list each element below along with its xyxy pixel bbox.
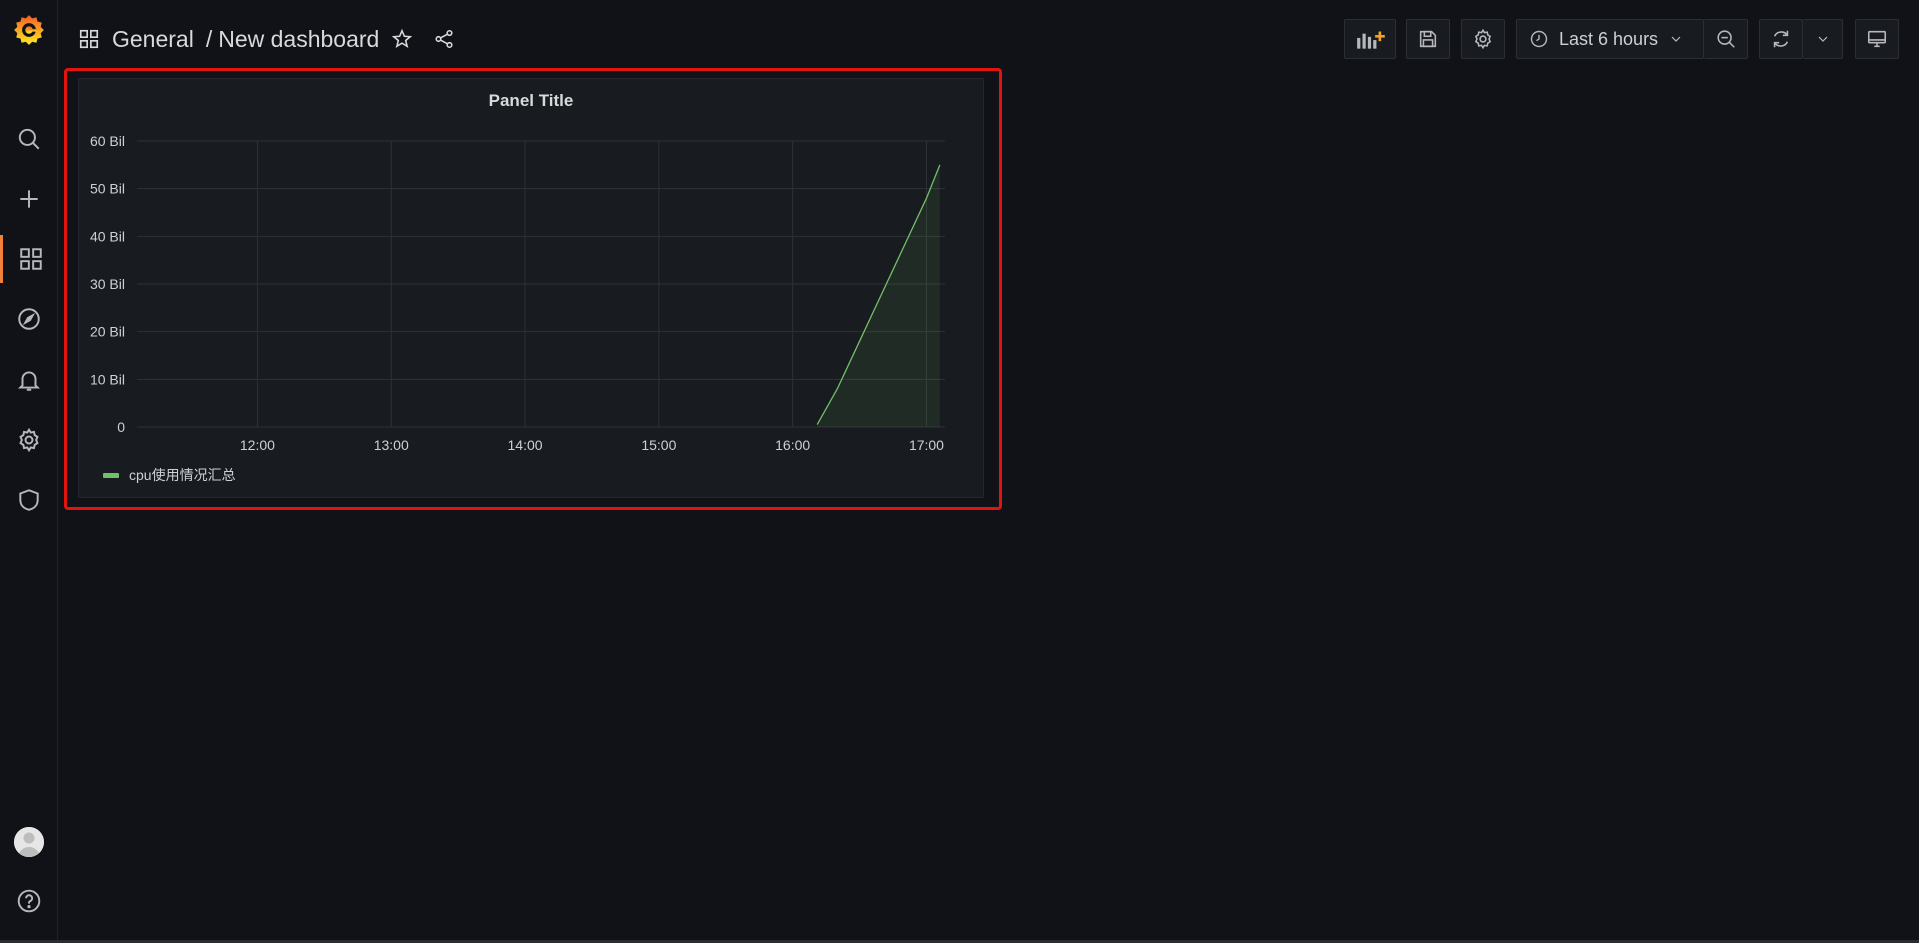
configuration-gear-icon[interactable] [0, 416, 58, 464]
refresh-button[interactable] [1759, 19, 1803, 59]
explore-compass-icon[interactable] [0, 295, 58, 343]
breadcrumb-separator: / [205, 25, 213, 52]
alerting-bell-icon[interactable] [0, 356, 58, 404]
star-icon[interactable] [391, 28, 413, 50]
x-tick-label: 13:00 [374, 437, 409, 453]
save-dashboard-button[interactable] [1406, 19, 1450, 59]
search-icon[interactable] [0, 115, 58, 163]
view-mode-button[interactable] [1855, 19, 1899, 59]
clock-icon [1529, 29, 1549, 49]
y-tick-label: 20 Bil [90, 324, 125, 340]
legend-label[interactable]: cpu使用情况汇总 [129, 465, 236, 485]
grafana-logo-icon[interactable] [0, 6, 58, 54]
dashboards-icon[interactable] [0, 235, 58, 283]
legend: cpu使用情况汇总 [103, 465, 236, 485]
add-panel-icon [1355, 27, 1385, 51]
y-tick-label: 10 Bil [90, 371, 125, 387]
breadcrumb: General / New dashboard [78, 24, 455, 54]
add-panel-button[interactable] [1344, 19, 1396, 59]
zoom-out-button[interactable] [1704, 19, 1748, 59]
sidebar [0, 0, 58, 943]
time-range-label: Last 6 hours [1559, 28, 1659, 49]
y-tick-label: 30 Bil [90, 276, 125, 292]
graph-panel[interactable]: Panel Title 0 10 Bil 20 Bil 30 Bil 40 Bil 50 … [78, 78, 984, 498]
refresh-icon [1770, 28, 1792, 50]
dashboard-settings-button[interactable] [1461, 19, 1505, 59]
legend-swatch [103, 472, 119, 478]
x-tick-label: 12:00 [240, 437, 275, 453]
y-tick-label: 40 Bil [90, 228, 125, 244]
monitor-icon [1866, 28, 1888, 50]
user-avatar[interactable] [14, 827, 44, 857]
x-tick-label: 14:00 [508, 437, 543, 453]
breadcrumb-folder[interactable]: General [112, 26, 194, 53]
series-area [817, 164, 940, 427]
chevron-down-icon [1668, 31, 1684, 47]
y-tick-label: 60 Bil [90, 133, 125, 149]
share-icon[interactable] [433, 28, 455, 50]
y-tick-label: 0 [117, 419, 125, 435]
dashboard-grid-icon [78, 28, 100, 50]
zoom-out-icon [1715, 28, 1737, 50]
topbar: General / New dashboard Last 6 hours [58, 0, 1919, 76]
x-tick-label: 16:00 [775, 437, 810, 453]
save-icon [1417, 28, 1439, 50]
x-tick-label: 17:00 [909, 437, 944, 453]
refresh-interval-dropdown[interactable] [1803, 19, 1843, 59]
x-tick-label: 15:00 [641, 437, 676, 453]
help-icon[interactable] [0, 877, 58, 925]
gear-icon [1472, 28, 1494, 50]
chevron-down-icon [1815, 31, 1831, 47]
plus-icon[interactable] [0, 175, 58, 223]
server-admin-shield-icon[interactable] [0, 476, 58, 524]
time-series-chart[interactable]: 0 10 Bil 20 Bil 30 Bil 40 Bil 50 Bil 60 Bil 12:… [79, 79, 985, 459]
breadcrumb-dashboard-title[interactable]: New dashboard [218, 26, 379, 53]
time-range-picker[interactable]: Last 6 hours [1516, 19, 1704, 59]
y-tick-label: 50 Bil [90, 181, 125, 197]
